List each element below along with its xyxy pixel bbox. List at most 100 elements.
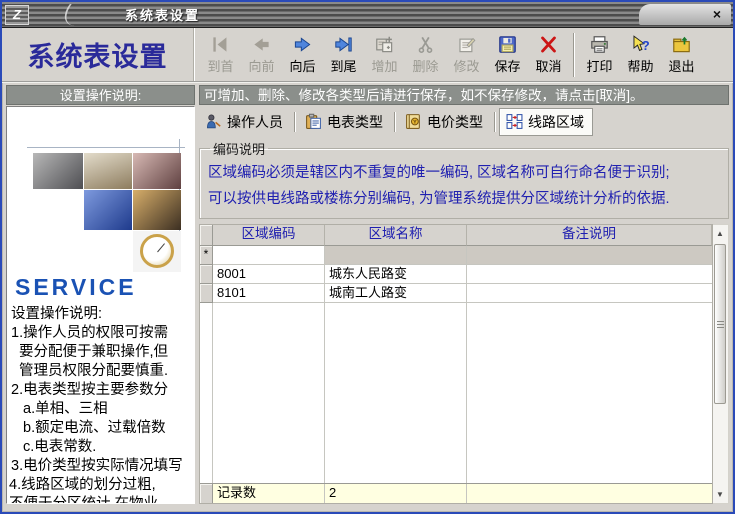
next-record-button[interactable]: 向后: [282, 31, 323, 79]
add-icon: [375, 35, 394, 54]
footer-note-cell: [467, 484, 712, 503]
tab-meter-type[interactable]: 电表类型: [299, 109, 391, 135]
help-button[interactable]: ? 帮助: [620, 31, 661, 79]
toolbar-button-label: 退出: [668, 56, 694, 75]
instruction-line: 不便于分区统计,在物业: [9, 495, 194, 504]
instruction-line: 管理员权限分配要慎重.: [9, 362, 194, 381]
price-type-icon: [405, 113, 422, 130]
instruction-line: 1.操作人员的权限可按需: [9, 324, 194, 343]
column-header-area-code[interactable]: 区域编码: [213, 225, 325, 246]
tab-line-area[interactable]: 线路区域: [499, 108, 593, 136]
row-selector-new[interactable]: *: [200, 246, 213, 265]
tab-separator: [294, 112, 296, 132]
tab-label: 操作人员: [227, 112, 283, 132]
tab-label: 电价类型: [427, 112, 483, 132]
cell-area-code[interactable]: [213, 246, 325, 265]
instruction-line: 4.线路区域的划分过粗,: [9, 476, 194, 495]
exit-icon: [672, 35, 691, 54]
toolbar-button-label: 向前: [248, 56, 274, 75]
grid-corner-cell: [200, 225, 213, 246]
instruction-line: c.电表常数.: [9, 438, 194, 457]
toolbar-separator: [573, 33, 575, 77]
record-count-value: 2: [325, 484, 467, 503]
cell-note[interactable]: [467, 246, 712, 265]
window-bottom-edge: [2, 504, 733, 512]
instruction-line: a.单相、三相: [9, 400, 194, 419]
grid-empty-col: [213, 303, 325, 483]
exit-button[interactable]: 退出: [661, 31, 702, 79]
sidebar: 设置操作说明: SERVICE 设置操作说明: 1.操作人员的权限可按需 要分配…: [6, 85, 195, 504]
delete-icon: [416, 35, 435, 54]
instruction-line: 要分配便于兼职操作,但: [9, 343, 194, 362]
cell-area-code[interactable]: 8101: [213, 284, 325, 303]
service-label: SERVICE: [15, 274, 194, 301]
grid-empty-area: [200, 303, 712, 483]
column-header-note[interactable]: 备注说明: [467, 225, 712, 246]
instruction-line: b.额定电流、过载倍数: [9, 419, 194, 438]
instruction-line: 2.电表类型按主要参数分: [9, 381, 194, 400]
row-selector[interactable]: [200, 265, 213, 284]
tab-price-type[interactable]: 电价类型: [399, 109, 491, 135]
tab-operators[interactable]: 操作人员: [199, 109, 291, 135]
print-button[interactable]: 打印: [579, 31, 620, 79]
save-button[interactable]: 保存: [487, 31, 528, 79]
photo-metal-parts: [33, 153, 83, 189]
coding-note-line: 区域编码必须是辖区内不重复的唯一编码, 区域名称可自行命名便于识别;: [208, 160, 720, 186]
coding-note-legend: 编码说明: [210, 139, 268, 158]
pocket-watch-icon: [140, 234, 174, 268]
first-record-button: 到首: [200, 31, 241, 79]
grid-empty-col: [467, 303, 712, 483]
next-record-icon: [293, 35, 312, 54]
line-area-icon: [506, 113, 523, 130]
instruction-line: 3.电价类型按实际情况填写: [9, 457, 194, 476]
tab-separator: [394, 112, 396, 132]
meter-type-icon: [305, 113, 322, 130]
column-header-area-name[interactable]: 区域名称: [325, 225, 467, 246]
cancel-button[interactable]: 取消: [528, 31, 569, 79]
area-grid: 区域编码 区域名称 备注说明 * 8001 城东人民路变: [199, 224, 729, 504]
toolbar-button-label: 增加: [371, 56, 397, 75]
sidebar-header: 设置操作说明:: [6, 85, 195, 105]
row-selector[interactable]: [200, 284, 213, 303]
cell-note[interactable]: [467, 265, 712, 284]
service-collage-image: [9, 109, 194, 272]
window: Z 系统表设置 × 系统表设置 到首 向前 向后 到尾: [0, 0, 735, 514]
scroll-up-icon[interactable]: ▲: [713, 226, 727, 241]
toolbar-button-label: 修改: [453, 56, 479, 75]
cell-area-name[interactable]: [325, 246, 467, 265]
coding-note-line: 可以按供电线路或楼栋分别编码, 为管理系统提供分区域统计分析的依据.: [208, 186, 720, 212]
prev-record-button: 向前: [241, 31, 282, 79]
coding-note-fieldset: 编码说明 区域编码必须是辖区内不重复的唯一编码, 区域名称可自行命名便于识别; …: [199, 139, 729, 219]
photo-hand: [133, 190, 181, 230]
table-row[interactable]: 8101 城南工人路变: [200, 284, 712, 303]
toolbar-button-label: 取消: [535, 56, 561, 75]
sidebar-body: SERVICE 设置操作说明: 1.操作人员的权限可按需 要分配便于兼职操作,但…: [6, 106, 195, 504]
record-count-label: 记录数: [213, 484, 325, 503]
photo-pocket-watch: [133, 231, 181, 272]
edit-button: 修改: [446, 31, 487, 79]
close-button[interactable]: ×: [707, 6, 727, 23]
main-pane: 可增加、删除、修改各类型后请进行保存，如不保存修改，请点击[取消]。 操作人员 …: [199, 85, 729, 504]
photo-pens: [133, 153, 181, 189]
cell-area-code[interactable]: 8001: [213, 265, 325, 284]
cancel-icon: [539, 35, 558, 54]
add-button: 增加: [364, 31, 405, 79]
toolbar-button-label: 到尾: [330, 56, 356, 75]
cell-area-name[interactable]: 城东人民路变: [325, 265, 467, 284]
scroll-down-icon[interactable]: ▼: [713, 487, 727, 502]
notice-bar: 可增加、删除、修改各类型后请进行保存，如不保存修改，请点击[取消]。: [199, 85, 729, 105]
cell-note[interactable]: [467, 284, 712, 303]
scrollbar-thumb[interactable]: [714, 244, 726, 404]
grid-empty-col: [325, 303, 467, 483]
table-row-new[interactable]: *: [200, 246, 712, 265]
last-record-button[interactable]: 到尾: [323, 31, 364, 79]
toolbar-button-label: 到首: [207, 56, 233, 75]
table-row[interactable]: 8001 城东人民路变: [200, 265, 712, 284]
toolbar-button-label: 删除: [412, 56, 438, 75]
vertical-scrollbar[interactable]: ▲ ▼: [713, 224, 729, 504]
titlebar-swoosh-decoration: [54, 4, 189, 26]
cell-area-name[interactable]: 城南工人路变: [325, 284, 467, 303]
content: 设置操作说明: SERVICE 设置操作说明: 1.操作人员的权限可按需 要分配…: [2, 83, 733, 504]
help-icon: ?: [631, 35, 650, 54]
toolbar-buttons: 到首 向前 向后 到尾 增加 删除: [194, 28, 733, 81]
